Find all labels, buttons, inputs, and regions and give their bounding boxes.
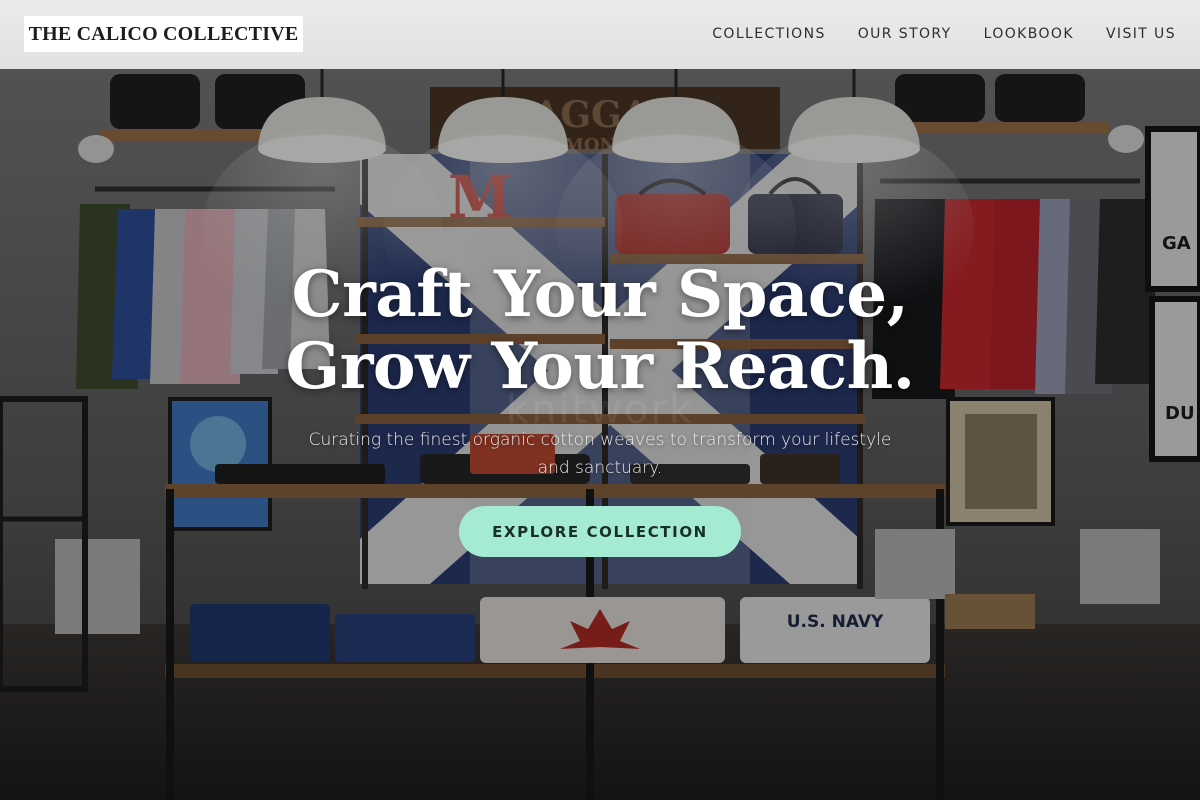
site-header: THE CALICO COLLECTIVE COLLECTIONS OUR ST… <box>0 0 1200 69</box>
brand-logo[interactable]: THE CALICO COLLECTIVE <box>24 16 303 52</box>
hero-headline-line-1: Craft Your Space, <box>291 257 909 332</box>
explore-collection-button[interactable]: EXPLORE COLLECTION <box>459 506 741 557</box>
nav-visit-us[interactable]: VISIT US <box>1106 24 1176 44</box>
nav-our-story[interactable]: OUR STORY <box>858 24 952 44</box>
hero-headline: Craft Your Space, Grow Your Reach. <box>0 259 1200 403</box>
nav-lookbook[interactable]: LOOKBOOK <box>984 24 1074 44</box>
nav-collections[interactable]: COLLECTIONS <box>712 24 825 44</box>
hero-subtitle: Curating the finest organic cotton weave… <box>308 430 892 478</box>
main-nav: COLLECTIONS OUR STORY LOOKBOOK VISIT US <box>712 24 1176 44</box>
hero-headline-line-2: Grow Your Reach. <box>285 329 915 404</box>
hero-section: BAGGAGE MON GA DU U.S. NAVY knitwork Cra… <box>0 69 1200 800</box>
